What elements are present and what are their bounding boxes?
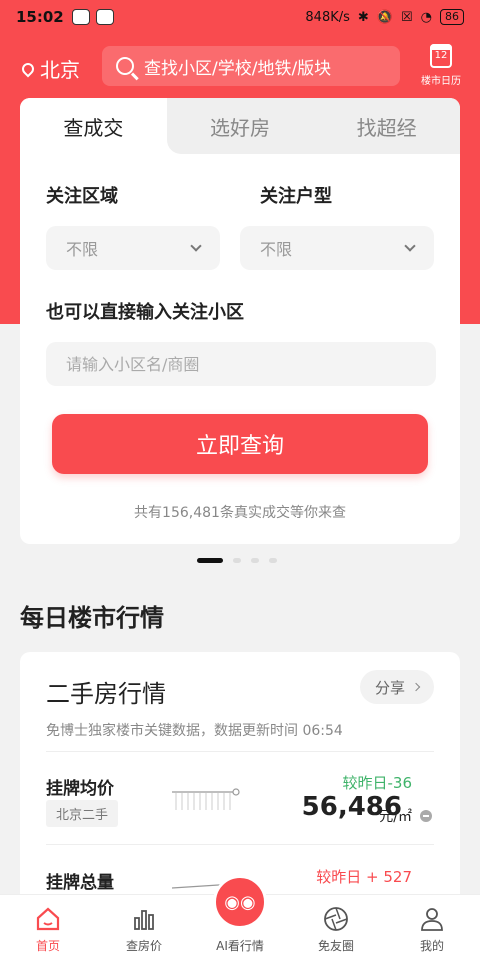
tab-mine-label: 我的 (419, 939, 444, 953)
room-type-select-value: 不限 (260, 240, 293, 259)
ai-mascot-icon: ◉◉ (213, 875, 267, 929)
query-now-button[interactable]: 立即查询 (52, 414, 428, 474)
listing-total-label: 挂牌总量 (46, 873, 114, 893)
status-time: 15:02 (16, 8, 64, 26)
location-pin-icon (19, 60, 37, 77)
network-speed: 848K/s (305, 9, 350, 25)
market-subtitle: 免博士独家楼市关键数据，数据更新时间 06:54 (46, 723, 343, 739)
calendar-day: 12 (434, 50, 448, 61)
avg-price-unit: 元/㎡ (379, 809, 412, 825)
tab-home[interactable]: 首页 (0, 895, 96, 960)
room-type-label: 关注户型 (260, 186, 332, 207)
minus-circle-icon (420, 810, 432, 822)
share-button[interactable]: 分享 (360, 670, 434, 704)
community-input[interactable] (46, 342, 436, 386)
calendar-icon: 12 (430, 44, 452, 68)
city-selector[interactable]: 北京 (19, 54, 80, 83)
region-tag: 北京二手 (46, 800, 119, 827)
tab-ai-market-label: AI看行情 (216, 939, 264, 953)
listing-avg-price-label: 挂牌均价 (46, 779, 114, 799)
market-card: 二手房行情 分享 免博士独家楼市关键数据，数据更新时间 06:54 挂牌均价 北… (20, 652, 460, 912)
market-title: 二手房行情 (46, 680, 166, 708)
page-dot-active (197, 558, 223, 563)
price-trend-sparkline (172, 788, 240, 810)
tab-house-price-label: 查房价 (125, 939, 162, 953)
tab-transactions[interactable]: 查成交 (20, 98, 167, 154)
area-label: 关注区域 (46, 186, 118, 207)
avg-price-change: 较昨日-36 (342, 774, 413, 792)
query-card: 查成交 选好房 找超经 关注区域 关注户型 不限 不限 也可以直接输入关注小区 … (20, 98, 460, 544)
top-header: 北京 查找小区/学校/地铁/版块 12 楼市日历 (0, 44, 480, 92)
area-select-value: 不限 (66, 240, 99, 259)
section-title: 每日楼市行情 (20, 604, 164, 632)
home-icon (34, 905, 62, 933)
page-dot (233, 558, 241, 563)
room-type-select[interactable]: 不限 (240, 226, 434, 270)
tab-find-agent[interactable]: 找超经 (313, 98, 460, 154)
page-indicator (197, 558, 277, 563)
page-dot (251, 558, 259, 563)
bottom-tab-bar: 首页 查房价 ◉◉ AI看行情 免友圈 我的 (0, 875, 480, 960)
search-placeholder: 查找小区/学校/地铁/版块 (144, 58, 332, 79)
share-label: 分享 (374, 678, 405, 697)
chevron-right-icon (411, 682, 421, 692)
status-right: 848K/s ✱ 🔕 ☒ ◔ 86 (305, 9, 464, 25)
aperture-icon (322, 905, 350, 933)
divider (46, 844, 434, 845)
bar-chart-icon (130, 905, 158, 933)
tab-ai-market[interactable]: ◉◉ AI看行情 (192, 875, 288, 960)
transaction-count-hint: 共有156,481条真实成交等你来查 (134, 505, 346, 521)
community-label: 也可以直接输入关注小区 (46, 302, 244, 323)
calendar-label: 楼市日历 (421, 76, 461, 87)
tab-community-label: 免友圈 (317, 939, 354, 953)
user-icon (418, 905, 446, 933)
sim-icon: ☒ (401, 9, 413, 25)
bluetooth-icon: ✱ (357, 9, 369, 25)
app-notification-icon (71, 9, 90, 25)
search-bar[interactable]: 查找小区/学校/地铁/版块 (102, 46, 400, 86)
chevron-down-icon (404, 240, 416, 252)
battery-icon: 86 (440, 9, 464, 25)
divider (46, 751, 434, 752)
app-notification-icon (95, 9, 114, 25)
tab-house-price[interactable]: 查房价 (96, 895, 192, 960)
total-listing-change: 较昨日 + 527 (316, 868, 412, 886)
status-bar: 15:02 848K/s ✱ 🔕 ☒ ◔ 86 (0, 0, 480, 34)
notification-icons (71, 9, 114, 25)
tab-choose-home[interactable]: 选好房 (166, 98, 314, 154)
city-name: 北京 (40, 58, 80, 82)
page-dot (269, 558, 277, 563)
area-select[interactable]: 不限 (46, 226, 220, 270)
search-icon (116, 57, 134, 75)
chevron-down-icon (190, 240, 202, 252)
tab-home-label: 首页 (35, 939, 60, 953)
mute-bell-icon: 🔕 (376, 9, 393, 25)
market-calendar-button[interactable]: 12 楼市日历 (418, 44, 464, 87)
wifi-icon: ◔ (420, 9, 432, 25)
tab-mine[interactable]: 我的 (384, 895, 480, 960)
query-tabs: 查成交 选好房 找超经 (20, 98, 460, 154)
tab-community[interactable]: 免友圈 (288, 895, 384, 960)
